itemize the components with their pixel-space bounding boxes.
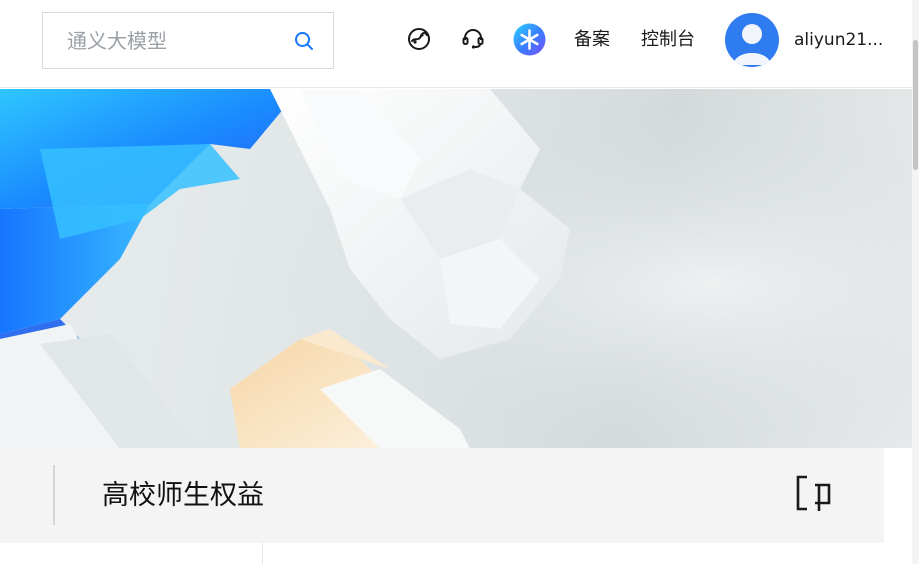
ai-assistant-sparkle-icon[interactable] xyxy=(513,23,546,56)
headset-support-icon[interactable] xyxy=(460,26,486,52)
banner-illustration xyxy=(0,89,912,448)
section-divider xyxy=(53,465,55,525)
benefits-section-header: 高校师生权益 xyxy=(0,448,884,543)
search-icon[interactable] xyxy=(292,29,316,53)
search-box[interactable] xyxy=(42,12,334,69)
bracket-frame-icon[interactable] xyxy=(795,473,833,513)
person-icon xyxy=(733,24,771,65)
content-divider xyxy=(262,543,263,564)
console-link[interactable]: 控制台 xyxy=(641,28,695,52)
section-title: 高校师生权益 xyxy=(102,480,264,511)
hero-banner xyxy=(0,89,912,448)
scrollbar-thumb[interactable] xyxy=(913,40,918,170)
network-globe-icon[interactable] xyxy=(406,26,432,52)
top-header: 备案 控制台 aliyun21... xyxy=(0,0,912,88)
user-avatar[interactable] xyxy=(725,13,779,67)
search-input[interactable] xyxy=(43,13,283,68)
beian-link[interactable]: 备案 xyxy=(574,28,610,52)
username[interactable]: aliyun21... xyxy=(794,28,884,52)
